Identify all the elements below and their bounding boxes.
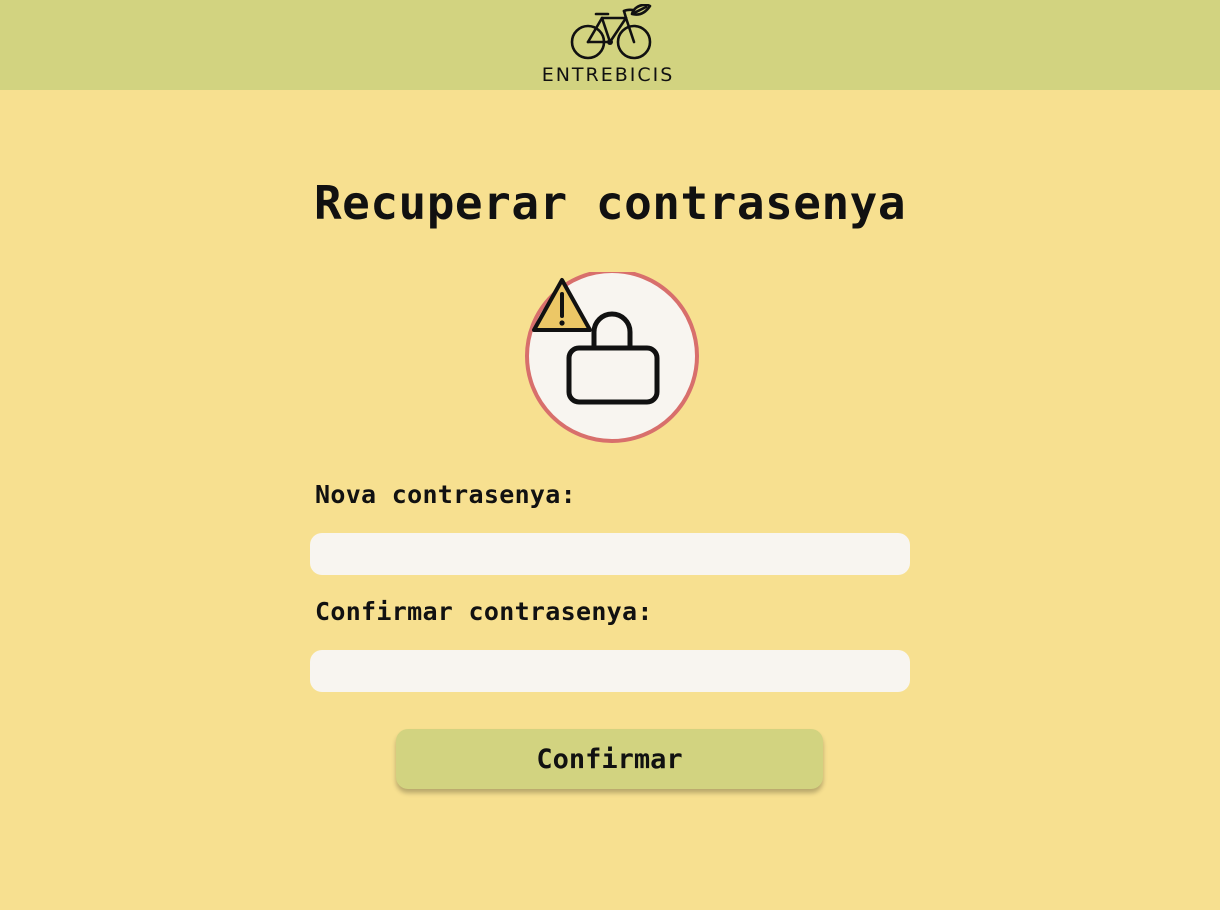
- confirm-password-label: Confirmar contrasenya:: [315, 597, 653, 626]
- warning-padlock-icon: [525, 269, 699, 443]
- brand-name: ENTREBICIS: [541, 64, 675, 86]
- new-password-input[interactable]: [310, 533, 910, 575]
- lock-illustration: [524, 269, 704, 444]
- brand-logo[interactable]: ENTREBICIS: [530, 4, 690, 86]
- confirm-password-input[interactable]: [310, 650, 910, 692]
- app-header: ENTREBICIS: [0, 0, 1220, 90]
- bicycle-leaf-icon: [570, 4, 652, 60]
- confirm-button[interactable]: Confirmar: [396, 729, 823, 789]
- page-title: Recuperar contrasenya: [313, 176, 907, 230]
- new-password-label: Nova contrasenya:: [315, 480, 576, 509]
